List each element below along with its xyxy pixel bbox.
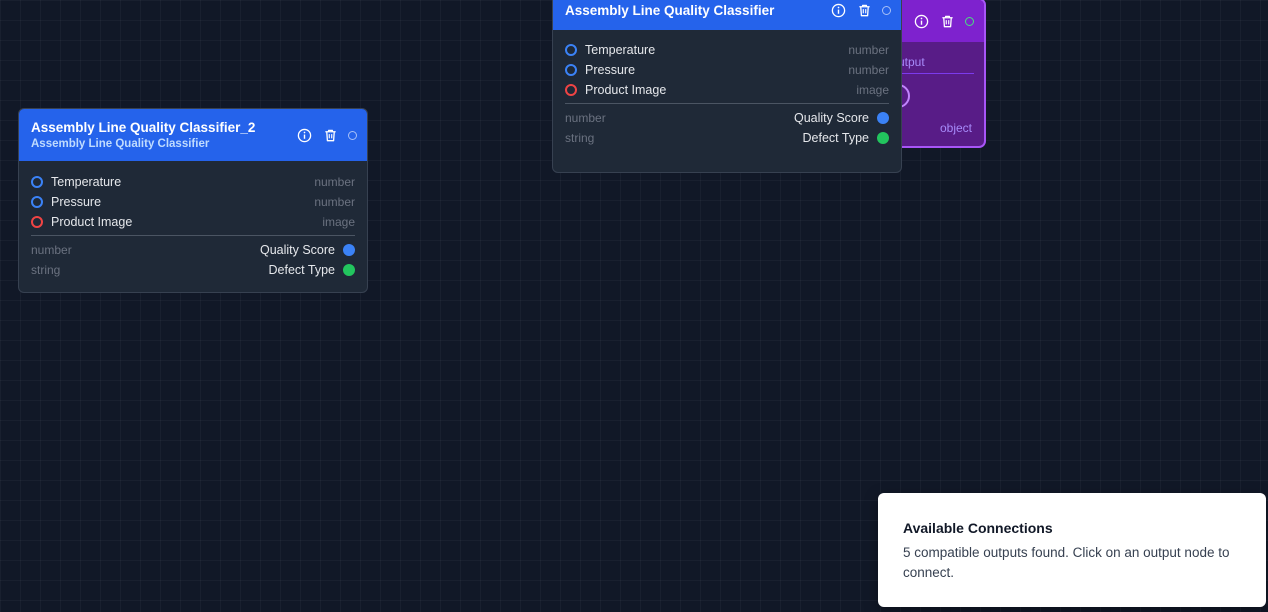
input-row: Pressure number — [565, 60, 889, 80]
output-port[interactable] — [343, 244, 355, 256]
output-label: Quality Score — [793, 111, 869, 125]
classifier-node[interactable]: Assembly Line Quality Classifier Tempera… — [552, 0, 902, 173]
output-port[interactable] — [877, 132, 889, 144]
input-label: Pressure — [585, 63, 636, 77]
info-icon[interactable] — [913, 13, 929, 29]
input-row: Product Image image — [565, 80, 889, 100]
output-row: string Defect Type — [31, 260, 355, 280]
input-port[interactable] — [565, 44, 577, 56]
input-label: Temperature — [585, 43, 656, 57]
input-row: Product Image image — [31, 212, 355, 232]
toast-title: Available Connections — [903, 520, 1053, 536]
divider — [565, 103, 889, 104]
divider — [31, 235, 355, 236]
output-type: string — [31, 263, 61, 277]
connections-toast: Available Connections 5 compatible outpu… — [878, 493, 1266, 607]
input-port[interactable] — [565, 64, 577, 76]
trash-icon[interactable] — [939, 13, 955, 29]
output-row: string Defect Type — [565, 128, 889, 148]
input-type: number — [314, 195, 355, 209]
output-row: number Quality Score — [565, 108, 889, 128]
input-port[interactable] — [31, 176, 43, 188]
status-dot — [882, 5, 891, 15]
toast-message: 5 compatible outputs found. Click on an … — [903, 545, 1230, 580]
input-type: number — [848, 43, 889, 57]
status-dot — [348, 130, 357, 140]
input-type: number — [848, 63, 889, 77]
output-row: number Quality Score — [31, 240, 355, 260]
input-port[interactable] — [565, 84, 577, 96]
node-body: Temperature number Pressure number Produ… — [553, 30, 901, 148]
input-type: image — [322, 215, 355, 229]
input-port[interactable] — [31, 196, 43, 208]
node-header: Assembly Line Quality Classifier_2 Assem… — [19, 109, 367, 161]
input-label: Product Image — [51, 215, 133, 229]
info-icon[interactable] — [830, 2, 846, 18]
output-label: Defect Type — [268, 263, 335, 277]
classifier-node-2[interactable]: Assembly Line Quality Classifier_2 Assem… — [18, 108, 368, 293]
input-label: Temperature — [51, 175, 122, 189]
output-port[interactable] — [343, 264, 355, 276]
trash-icon[interactable] — [856, 2, 872, 18]
input-type: image — [856, 83, 889, 97]
output-label: Defect Type — [802, 131, 869, 145]
input-row: Pressure number — [31, 192, 355, 212]
output-type: string — [565, 131, 595, 145]
status-dot — [965, 16, 974, 26]
output-label: Quality Score — [259, 243, 335, 257]
info-icon[interactable] — [296, 127, 312, 143]
output-node-type: object — [939, 121, 972, 135]
node-body: Temperature number Pressure number Produ… — [19, 161, 367, 280]
input-port[interactable] — [31, 216, 43, 228]
output-port[interactable] — [877, 112, 889, 124]
trash-icon[interactable] — [322, 127, 338, 143]
input-type: number — [314, 175, 355, 189]
input-row: Temperature number — [31, 172, 355, 192]
output-type: number — [31, 243, 72, 257]
output-type: number — [565, 111, 606, 125]
input-label: Pressure — [51, 195, 102, 209]
node-header: Assembly Line Quality Classifier — [553, 0, 901, 30]
output-node-label: utput — [898, 55, 925, 69]
input-row: Temperature number — [565, 40, 889, 60]
input-label: Product Image — [585, 83, 667, 97]
